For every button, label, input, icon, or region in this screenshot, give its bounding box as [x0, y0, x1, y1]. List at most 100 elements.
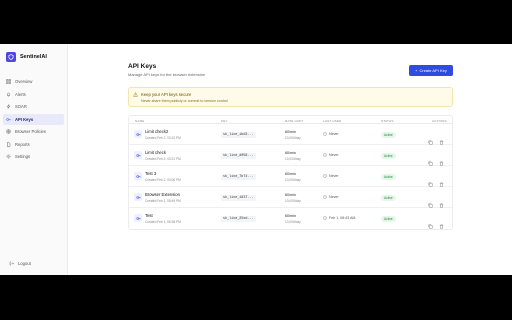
sidebar-item-alerts[interactable]: Alerts [3, 89, 64, 100]
copy-icon[interactable] [428, 174, 433, 187]
key-icon [134, 151, 142, 159]
brand[interactable]: SentinelAI [0, 44, 67, 68]
trash-icon[interactable] [439, 153, 444, 166]
last-used: Never [323, 195, 339, 199]
gear-icon [6, 154, 11, 159]
warning-title: Keep your API keys secure [141, 92, 192, 97]
last-used: Feb 1, 08:43 AM [323, 216, 355, 220]
rate-limit-minute: 60/min [285, 130, 296, 134]
status-badge: Active [381, 216, 396, 222]
key-name: Limit check [145, 150, 166, 155]
key-icon [134, 130, 142, 138]
rate-limit-day: 10,000/day [285, 156, 301, 161]
rate-limit-day: 10,000/day [285, 135, 301, 140]
table-row: Browser Extension Created Feb 1, 08:49 P… [129, 187, 452, 208]
sidebar-item-label: SOAR [15, 104, 27, 109]
sidebar-item-overview[interactable]: Overview [3, 76, 64, 87]
status-badge: Active [381, 195, 396, 201]
sidebar-item-label: Settings [15, 154, 31, 159]
clock-icon [323, 132, 327, 136]
last-used-text: Feb 1, 08:43 AM [329, 216, 356, 220]
key-name: Limit check2 [145, 129, 169, 134]
key-created: Created Feb 1, 08:38 PM [145, 220, 181, 224]
key-created: Created Feb 2, 03:22 PM [145, 136, 181, 140]
table-row: Test 3 Created Feb 2, 03:00 PM sk_live_7… [129, 166, 452, 187]
sidebar-item-label: Alerts [15, 91, 26, 97]
status-badge: Active [381, 132, 396, 138]
app-window: SentinelAI Overview Alerts SOAR API Keys… [0, 44, 512, 275]
clock-icon [323, 195, 327, 199]
sidebar-item-settings[interactable]: Settings [3, 151, 64, 162]
brand-name: SentinelAI [20, 54, 47, 60]
sidebar: SentinelAI Overview Alerts SOAR API Keys… [0, 44, 68, 275]
warning-text: Never share them publicly or commit to v… [141, 99, 228, 103]
zap-icon [6, 104, 11, 109]
copy-icon[interactable] [428, 195, 433, 208]
rate-limit-minute: 60/min [285, 172, 296, 176]
sidebar-item-reports[interactable]: Reports [3, 139, 64, 150]
table-row: Test Created Feb 1, 08:38 PM sk_live_25e… [129, 208, 452, 229]
column-header-last-used: LAST USED [323, 118, 342, 123]
logout-label: Logout [18, 260, 31, 266]
rate-limit-day: 10,000/day [285, 219, 301, 224]
rate-limit-minute: 60/min [285, 151, 296, 155]
sidebar-item-label: Overview [15, 79, 33, 84]
sidebar-item-label: Browser Policies [15, 129, 46, 134]
trash-icon[interactable] [439, 216, 444, 229]
last-used-text: Never [329, 132, 339, 136]
trash-icon[interactable] [439, 132, 444, 145]
rate-limit-day: 10,000/day [285, 177, 301, 182]
bell-icon [7, 92, 10, 96]
key-name: Test 3 [145, 171, 157, 176]
shield-icon [6, 52, 16, 62]
create-api-key-button[interactable]: + Create API Key [409, 65, 453, 76]
file-icon [7, 141, 11, 147]
copy-icon[interactable] [428, 216, 433, 229]
sidebar-item-label: Reports [15, 141, 30, 147]
key-icon [6, 117, 11, 121]
trash-icon[interactable] [439, 195, 444, 208]
create-api-key-label: Create API Key [419, 68, 447, 73]
rate-limit-minute: 60/min [285, 214, 296, 218]
key-icon [134, 193, 142, 201]
rate-limit-day: 10,000/day [285, 198, 301, 203]
last-used: Never [323, 132, 339, 136]
last-used: Never [323, 174, 339, 178]
logout-icon [9, 261, 14, 265]
security-warning: Keep your API keys secure Never share th… [128, 87, 453, 107]
column-header-name: NAME [135, 118, 145, 123]
key-value: sk_live_25ed... [221, 216, 256, 222]
table-header: NAME KEY RATE LIMIT LAST USED STATUS ACT… [129, 116, 452, 124]
key-created: Created Feb 1, 08:49 PM [145, 199, 181, 203]
key-name: Test [145, 213, 153, 218]
sidebar-item-soar[interactable]: SOAR [3, 101, 64, 112]
key-value: sk_live_1837... [221, 195, 256, 201]
clock-icon [323, 174, 327, 178]
main-content: API Keys Manage API keys for the browser… [68, 44, 512, 275]
status-badge: Active [381, 153, 396, 159]
last-used-text: Never [329, 153, 339, 157]
sidebar-item-api-keys[interactable]: API Keys [3, 113, 64, 125]
page-subtitle: Manage API keys for the browser extensio… [128, 72, 206, 77]
last-used-text: Never [329, 195, 339, 199]
column-header-key: KEY [221, 118, 228, 123]
table-row: Limit check2 Created Feb 2, 03:22 PM sk_… [129, 124, 452, 145]
copy-icon[interactable] [428, 132, 433, 145]
table-row: Limit check Created Feb 2, 03:21 PM sk_l… [129, 145, 452, 166]
key-value: sk_live_7b74... [221, 174, 256, 180]
sidebar-item-label: API Keys [15, 116, 34, 122]
warning-icon [133, 92, 138, 97]
key-name: Browser Extension [145, 192, 180, 197]
column-header-rate-limit: RATE LIMIT [285, 118, 304, 123]
key-created: Created Feb 2, 03:21 PM [145, 157, 181, 161]
last-used: Never [323, 153, 339, 157]
key-icon [134, 172, 142, 180]
key-created: Created Feb 2, 03:00 PM [145, 178, 181, 182]
key-icon [134, 214, 142, 222]
clock-icon [323, 153, 327, 157]
trash-icon[interactable] [439, 174, 444, 187]
rate-limit-minute: 60/min [285, 193, 296, 197]
copy-icon[interactable] [428, 153, 433, 166]
sidebar-item-browser-policies[interactable]: Browser Policies [3, 126, 64, 137]
logout-button[interactable]: Logout [6, 258, 34, 269]
